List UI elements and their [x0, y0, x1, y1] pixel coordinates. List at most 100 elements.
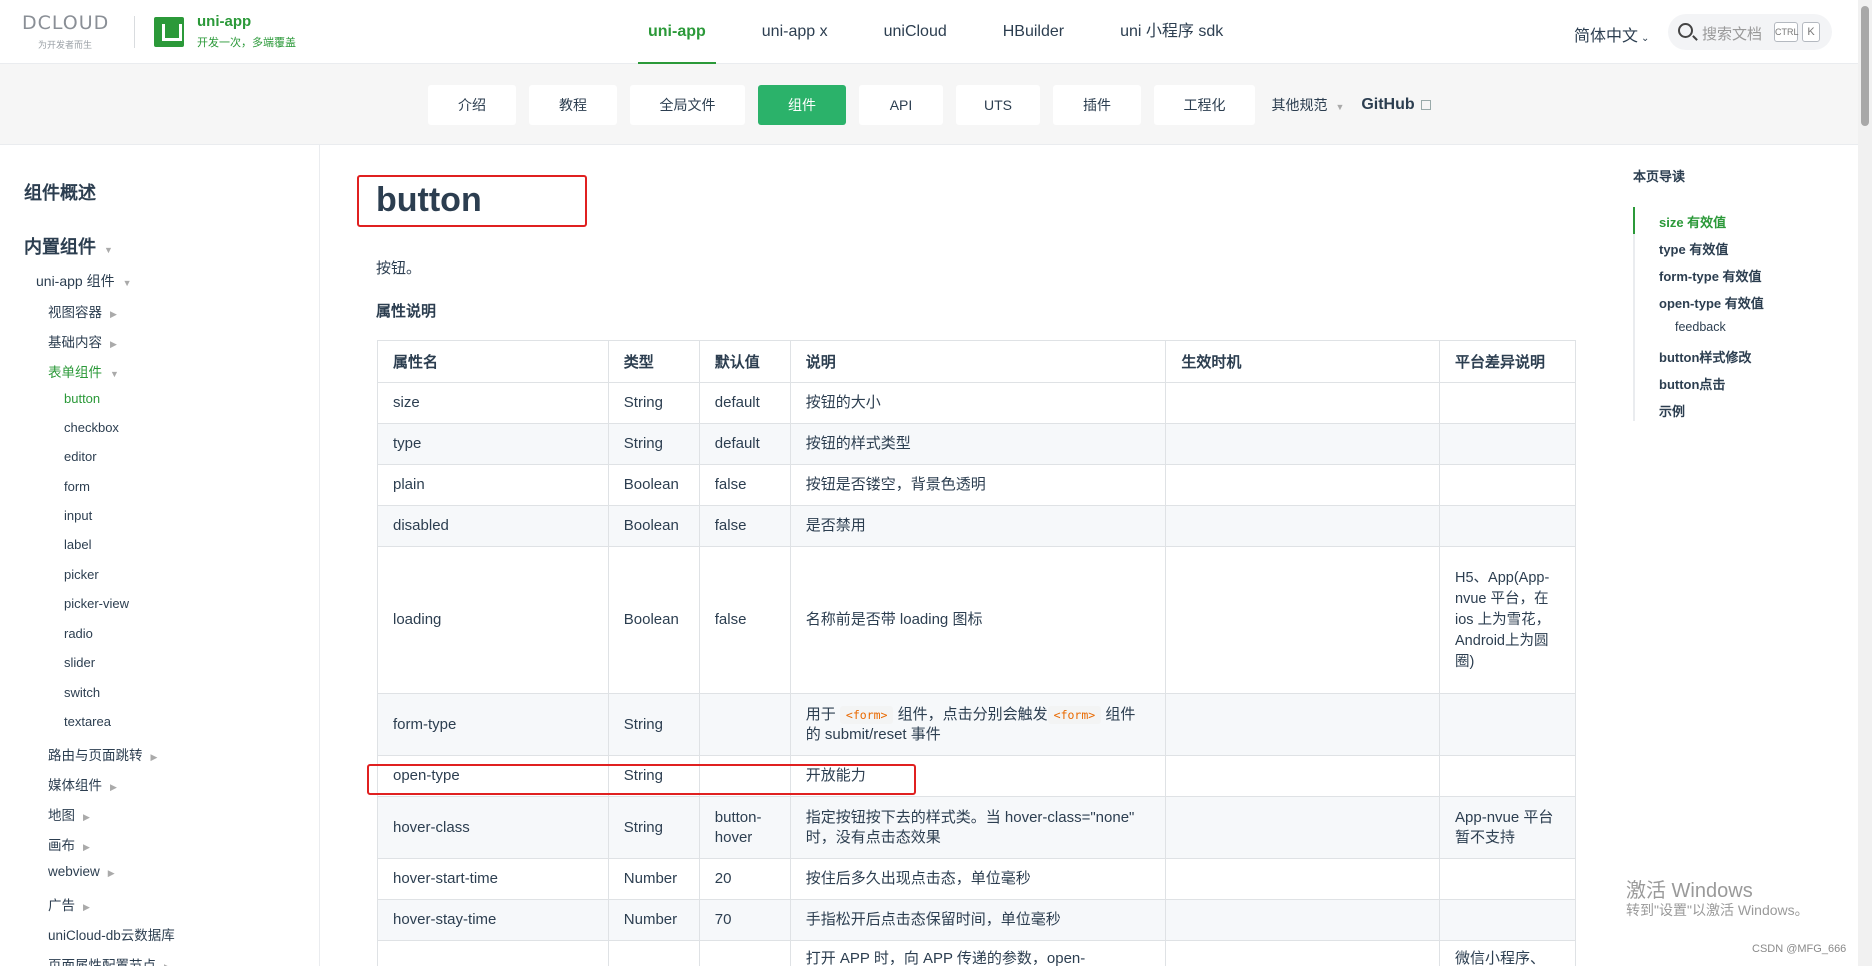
sidebar-item-form[interactable]: form — [64, 479, 90, 494]
topnav-unicloud[interactable]: uniCloud — [856, 0, 975, 64]
cell-type: Boolean — [607, 546, 700, 694]
sidebar-item-media[interactable]: 媒体组件 ▶ — [48, 774, 117, 794]
sidebar-item-ads-label: 广告 — [48, 898, 75, 913]
sidebar-item-unicloud-db[interactable]: uniCloud-db云数据库 — [48, 924, 175, 944]
cell-timing — [1165, 858, 1441, 900]
topnav-uni-app[interactable]: uni-app — [620, 0, 734, 64]
sidebar-item-picker[interactable]: picker — [64, 567, 99, 582]
kbd-ctrl: CTRL — [1774, 22, 1799, 42]
sidebar-item-textarea[interactable]: textarea — [64, 714, 111, 729]
table-row: 打开 APP 时，向 APP 传递的参数，open- 微信小程序、 — [377, 940, 1576, 966]
caret-down-icon: ▼ — [122, 278, 132, 288]
cell-timing — [1165, 693, 1441, 756]
subnav-global-files[interactable]: 全局文件 — [630, 85, 745, 125]
toc-item-type[interactable]: type 有效值 — [1659, 239, 1728, 258]
sidebar-item-form-components[interactable]: 表单组件 ▼ — [48, 361, 119, 381]
cell-name: form-type — [377, 693, 609, 756]
sidebar-item-button[interactable]: button — [64, 391, 100, 406]
sidebar-item-view-container[interactable]: 视图容器 ▶ — [48, 301, 117, 321]
table-row: type String default 按钮的样式类型 — [377, 423, 1576, 465]
cell-platform — [1439, 858, 1576, 900]
caret-right-icon: ▶ — [107, 868, 115, 878]
subnav-api[interactable]: API — [859, 85, 943, 125]
sidebar-item-page-meta[interactable]: 页面属性配置节点 ▶ — [48, 954, 171, 966]
sidebar-item-view-container-label: 视图容器 — [48, 305, 102, 320]
page-scrollbar[interactable] — [1858, 0, 1872, 966]
subnav-github[interactable]: GitHub — [1354, 85, 1438, 125]
subnav-other-specs[interactable]: 其他规范 ▼ — [1266, 85, 1350, 125]
cell-desc: 按钮的大小 — [789, 382, 1167, 424]
caret-right-icon: ▶ — [83, 812, 90, 822]
sidebar-item-picker-view[interactable]: picker-view — [64, 596, 129, 611]
toc-item-style[interactable]: button样式修改 — [1659, 347, 1751, 366]
cell-name: hover-class — [377, 796, 609, 859]
sidebar-item-routing[interactable]: 路由与页面跳转 ▶ — [48, 744, 157, 764]
toc-item-click[interactable]: button点击 — [1659, 374, 1725, 393]
table-row: plain Boolean false 按钮是否镂空，背景色透明 — [377, 464, 1576, 506]
caret-right-icon: ▶ — [83, 842, 90, 852]
sidebar-item-basic-content[interactable]: 基础内容 ▶ — [48, 331, 117, 351]
scrollbar-thumb[interactable] — [1861, 6, 1869, 126]
subnav-intro[interactable]: 介绍 — [428, 85, 516, 125]
sidebar-item-map[interactable]: 地图 ▶ — [48, 804, 90, 824]
csdn-watermark: CSDN @MFG_666 — [1752, 943, 1847, 955]
toc-item-example[interactable]: 示例 — [1659, 401, 1685, 420]
windows-activation-title: 激活 Windows — [1626, 880, 1753, 902]
cell-timing — [1165, 546, 1441, 694]
cell-desc: 手指松开后点击态保留时间，单位毫秒 — [789, 899, 1167, 941]
toc-item-open-type[interactable]: open-type 有效值 — [1659, 293, 1764, 312]
sidebar-item-editor[interactable]: editor — [64, 449, 97, 464]
cell-timing — [1165, 755, 1441, 797]
uni-app-logo-icon[interactable] — [154, 17, 184, 47]
sidebar-item-radio[interactable]: radio — [64, 626, 93, 641]
topnav-uni-app-x[interactable]: uni-app x — [734, 0, 856, 64]
cell-timing — [1165, 940, 1441, 966]
sidebar-item-webview[interactable]: webview ▶ — [48, 864, 115, 879]
sidebar-item-webview-label: webview — [48, 864, 100, 879]
subnav-plugins[interactable]: 插件 — [1053, 85, 1141, 125]
toc-item-size[interactable]: size 有效值 — [1659, 212, 1726, 231]
caret-right-icon: ▶ — [164, 962, 171, 966]
cell-desc-rich: 用于 <form> 组件，点击分别会触发 <form> 组件的 submit/re… — [789, 693, 1167, 756]
subnav-github-label: GitHub — [1361, 96, 1415, 113]
toc-item-form-type[interactable]: form-type 有效值 — [1659, 266, 1762, 285]
cell-default: default — [698, 423, 791, 465]
uni-app-slogan: 开发一次，多端覆盖 — [197, 37, 296, 49]
sidebar-item-canvas[interactable]: 画布 ▶ — [48, 834, 90, 854]
sidebar-item-checkbox[interactable]: checkbox — [64, 420, 119, 435]
cell-default: default — [698, 382, 791, 424]
toc-item-feedback[interactable]: feedback — [1675, 320, 1726, 334]
subnav-components[interactable]: 组件 — [758, 85, 846, 125]
search-box[interactable]: 搜索文档 CTRL K — [1668, 14, 1832, 50]
caret-down-icon: ▼ — [110, 369, 119, 379]
uni-app-brand-title[interactable]: uni-app — [197, 13, 251, 30]
toc-title: 本页导读 — [1633, 169, 1686, 184]
cell-name: plain — [377, 464, 609, 506]
code-form-tag: <form> — [1047, 705, 1102, 724]
table-header-row: 属性名 类型 默认值 说明 生效时机 平台差异说明 — [377, 340, 1576, 383]
subnav-engineering[interactable]: 工程化 — [1154, 85, 1255, 125]
cell-desc: 指定按钮按下去的样式类。当 hover-class="none" 时，没有点击态… — [789, 796, 1167, 859]
cell-desc: 打开 APP 时，向 APP 传递的参数，open- — [789, 940, 1167, 966]
language-select[interactable]: 简体中文 ⌄ — [1574, 22, 1649, 46]
desc-text: 用于 — [805, 705, 836, 723]
sidebar-item-slider[interactable]: slider — [64, 655, 95, 670]
topnav-hbuilder[interactable]: HBuilder — [975, 0, 1092, 64]
sidebar-item-label[interactable]: label — [64, 537, 91, 552]
cell-timing — [1165, 464, 1441, 506]
cell-platform — [1439, 755, 1576, 797]
sidebar-item-builtin[interactable]: 内置组件 ▼ — [24, 233, 113, 259]
subnav-uts[interactable]: UTS — [956, 85, 1040, 125]
sidebar-item-uniapp-components[interactable]: uni-app 组件 ▼ — [36, 271, 132, 291]
caret-right-icon: ▶ — [83, 902, 90, 912]
sidebar-item-form-components-label: 表单组件 — [48, 365, 102, 380]
sidebar-item-ads[interactable]: 广告 ▶ — [48, 894, 90, 914]
sidebar-item-switch[interactable]: switch — [64, 685, 100, 700]
topnav-mini-sdk[interactable]: uni 小程序 sdk — [1092, 0, 1251, 64]
sidebar-item-input[interactable]: input — [64, 508, 92, 523]
dcloud-logo[interactable]: DCLOUD 为开发者而生 — [22, 12, 122, 52]
subnav-tutorial[interactable]: 教程 — [529, 85, 617, 125]
caret-right-icon: ▶ — [110, 782, 117, 792]
sidebar-item-overview[interactable]: 组件概述 — [24, 179, 96, 205]
toc-rail-active — [1633, 207, 1635, 234]
